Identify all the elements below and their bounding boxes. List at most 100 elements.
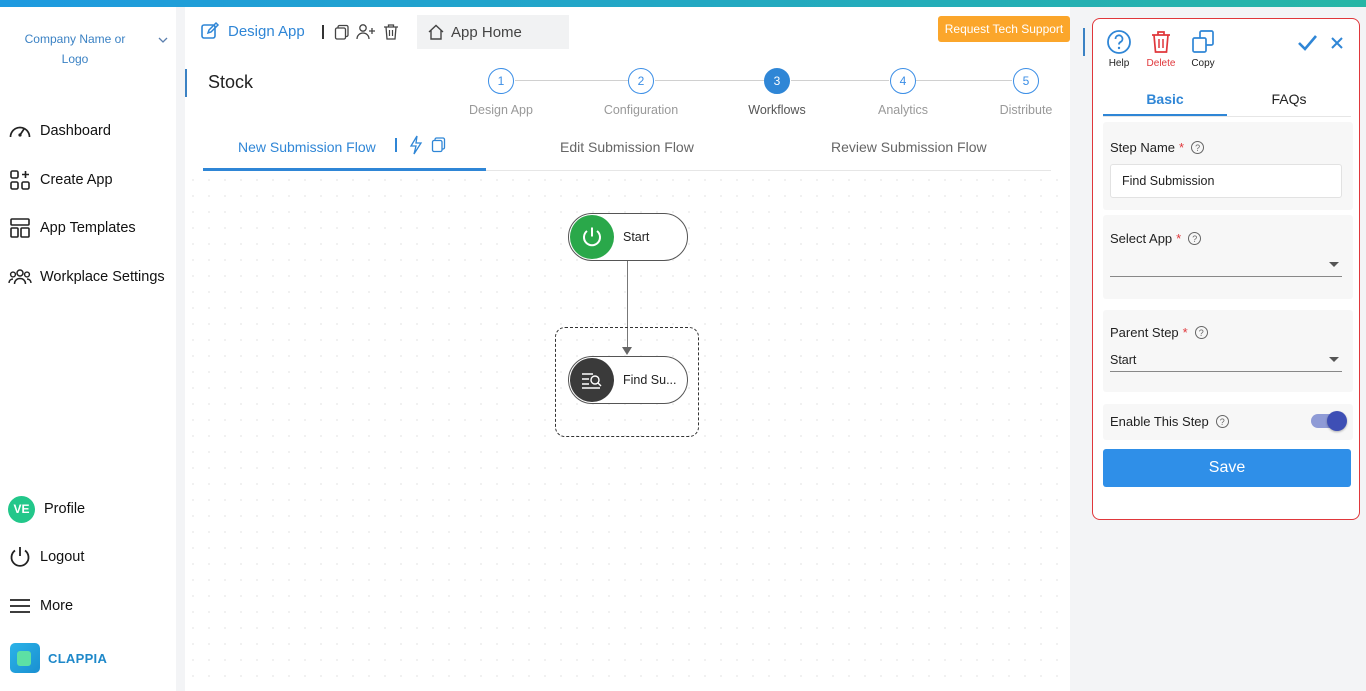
tab-edit-submission-flow[interactable]: Edit Submission Flow xyxy=(560,139,694,155)
lightning-icon[interactable] xyxy=(409,135,423,155)
step-label: Configuration xyxy=(603,103,679,117)
step-name-section: Step Name * ? Find Submission xyxy=(1103,122,1353,210)
step-name-input[interactable]: Find Submission xyxy=(1110,164,1342,198)
select-app-dropdown[interactable] xyxy=(1110,253,1342,277)
caret-down-icon xyxy=(1329,262,1339,267)
delete-button[interactable]: Delete xyxy=(1145,29,1177,69)
copy-icon xyxy=(1192,30,1214,53)
main-header: Design App App Home Request Tech Support xyxy=(185,7,1070,55)
chevron-down-icon[interactable] xyxy=(156,33,170,47)
add-user-icon[interactable] xyxy=(356,23,376,41)
select-app-label: Select App * ? xyxy=(1110,231,1202,246)
find-submission-node[interactable]: Find Su... xyxy=(568,356,688,404)
sidebar-item-create-app[interactable]: Create App xyxy=(8,166,113,194)
active-tab-indicator xyxy=(203,168,486,171)
check-icon[interactable] xyxy=(1296,33,1318,53)
create-app-icon xyxy=(8,168,32,192)
tab-actions xyxy=(395,135,446,155)
panel-tabs: Basic FAQs xyxy=(1103,85,1351,117)
copy-icon[interactable] xyxy=(431,137,446,153)
divider xyxy=(322,25,324,39)
copy-button[interactable]: Copy xyxy=(1187,29,1219,69)
enable-step-label: Enable This Step ? xyxy=(1110,414,1229,429)
step-configuration[interactable]: 2 Configuration xyxy=(581,68,701,117)
sidebar: Company Name or Logo Dashboard Create Ap… xyxy=(0,7,176,691)
step-config-panel: Help Delete Copy Basic FAQs Step Name * … xyxy=(1092,18,1360,520)
tab-basic[interactable]: Basic xyxy=(1103,91,1227,107)
question-icon[interactable]: ? xyxy=(1188,232,1202,245)
app-home-button[interactable]: App Home xyxy=(417,15,569,49)
sidebar-item-app-templates[interactable]: App Templates xyxy=(8,214,136,242)
step-label: Distribute xyxy=(999,103,1053,117)
tab-faqs[interactable]: FAQs xyxy=(1227,91,1351,107)
help-icon xyxy=(1107,30,1131,54)
delete-label: Delete xyxy=(1146,58,1176,69)
step-analytics[interactable]: 4 Analytics xyxy=(843,68,963,117)
company-logo-placeholder[interactable]: Company Name or Logo xyxy=(12,29,138,69)
panel-accent-bar xyxy=(1083,28,1085,56)
sidebar-item-label: Create App xyxy=(40,172,113,188)
sidebar-item-label: More xyxy=(40,598,74,614)
question-icon[interactable]: ? xyxy=(1215,415,1229,428)
start-node[interactable]: Start xyxy=(568,213,688,261)
tab-review-submission-flow[interactable]: Review Submission Flow xyxy=(831,139,987,155)
divider xyxy=(395,138,397,152)
sidebar-item-logout[interactable]: Logout xyxy=(8,543,84,571)
label-text: Enable This Step xyxy=(1110,414,1209,429)
home-icon xyxy=(428,24,444,40)
parent-step-section: Parent Step * ? Start xyxy=(1103,310,1353,392)
flow-tabs: New Submission Flow Edit Submission Flow… xyxy=(203,127,1051,171)
required-mark: * xyxy=(1182,325,1188,340)
step-number: 5 xyxy=(1013,68,1039,94)
close-icon[interactable] xyxy=(1329,35,1345,51)
design-app-link[interactable]: Design App xyxy=(200,21,305,41)
active-tab-indicator xyxy=(1103,114,1227,116)
help-button[interactable]: Help xyxy=(1103,29,1135,69)
enable-step-toggle[interactable] xyxy=(1311,411,1347,431)
parent-step-label: Parent Step * ? xyxy=(1110,325,1208,340)
gauge-icon xyxy=(8,119,32,143)
question-icon[interactable]: ? xyxy=(1191,141,1205,154)
step-number: 3 xyxy=(764,68,790,94)
sidebar-item-more[interactable]: More xyxy=(8,592,73,620)
step-design-app[interactable]: 1 Design App xyxy=(441,68,561,117)
parent-step-dropdown[interactable]: Start xyxy=(1110,348,1342,372)
sidebar-item-label: Workplace Settings xyxy=(40,269,165,285)
step-distribute[interactable]: 5 Distribute xyxy=(966,68,1086,117)
clappia-logo-icon xyxy=(10,643,40,673)
copy-label: Copy xyxy=(1191,58,1215,69)
select-value: Start xyxy=(1110,352,1137,367)
step-label: Analytics xyxy=(877,103,929,117)
step-name-label: Step Name * ? xyxy=(1110,140,1205,155)
save-button[interactable]: Save xyxy=(1103,449,1351,487)
copy-icon[interactable] xyxy=(334,24,350,40)
brand-name: CLAPPIA xyxy=(48,650,108,666)
top-accent-bar xyxy=(0,0,1366,7)
templates-icon xyxy=(8,216,32,240)
edit-icon xyxy=(201,21,220,39)
node-label: Find Su... xyxy=(623,373,677,387)
sidebar-item-dashboard[interactable]: Dashboard xyxy=(8,117,111,145)
trash-icon[interactable] xyxy=(382,23,400,41)
sidebar-item-profile[interactable]: VE Profile xyxy=(8,495,85,523)
workflow-canvas[interactable]: Start Find Su... xyxy=(185,172,1070,691)
tab-new-submission-flow[interactable]: New Submission Flow xyxy=(238,139,376,155)
caret-down-icon xyxy=(1329,357,1339,362)
select-app-section: Select App * ? xyxy=(1103,215,1353,299)
request-tech-support-button[interactable]: Request Tech Support xyxy=(938,16,1070,42)
label-text: Parent Step xyxy=(1110,325,1179,340)
label-text: Step Name xyxy=(1110,140,1176,155)
step-workflows[interactable]: 3 Workflows xyxy=(717,68,837,117)
sidebar-item-label: Dashboard xyxy=(40,123,111,139)
design-app-label: Design App xyxy=(228,22,305,40)
question-icon[interactable]: ? xyxy=(1194,326,1208,339)
node-label: Start xyxy=(623,230,650,244)
required-mark: * xyxy=(1179,140,1185,155)
users-group-icon xyxy=(8,265,32,289)
sidebar-item-workplace-settings[interactable]: Workplace Settings xyxy=(8,263,165,291)
app-home-label: App Home xyxy=(451,23,522,41)
menu-icon xyxy=(8,594,32,618)
sidebar-item-label: Logout xyxy=(40,549,85,565)
power-icon xyxy=(8,545,32,569)
step-label: Workflows xyxy=(748,103,806,117)
